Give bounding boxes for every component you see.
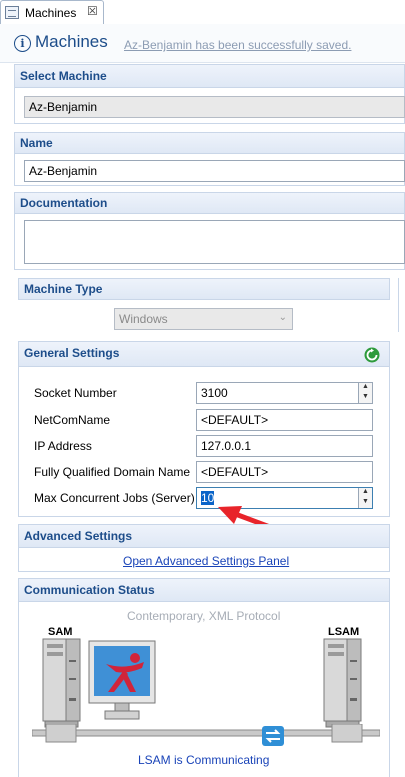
netcomname-value: <DEFAULT> [201, 413, 269, 427]
up-arrow-icon[interactable]: ▲ [359, 383, 372, 393]
down-arrow-icon[interactable]: ▼ [359, 393, 372, 403]
lsam-label: LSAM [328, 626, 360, 638]
info-icon: i [14, 35, 31, 52]
documentation-textarea[interactable] [24, 220, 405, 264]
name-field[interactable]: Az-Benjamin [24, 160, 405, 182]
documentation-section-header: Documentation [14, 192, 405, 214]
general-settings-section-header: General Settings [18, 341, 390, 367]
chevron-down-icon: ⌄ [278, 312, 287, 323]
select-machine-field[interactable]: Az-Benjamin [24, 96, 405, 118]
communication-status-section-header: Communication Status [18, 578, 390, 602]
page-title: Machines [35, 32, 108, 51]
refresh-icon[interactable] [364, 347, 380, 363]
protocol-label: Contemporary, XML Protocol [127, 609, 281, 623]
network-connection-line [32, 724, 380, 743]
ip-address-value: 127.0.0.1 [201, 439, 252, 453]
up-arrow-icon[interactable]: ▲ [359, 488, 372, 498]
socket-number-label: Socket Number [34, 386, 117, 400]
tab-machines[interactable]: Machines ☒ [0, 0, 104, 24]
ip-address-field[interactable]: 127.0.0.1 [196, 435, 373, 457]
lsam-server-icon [323, 638, 362, 728]
max-concurrent-jobs-value: 10 [201, 491, 215, 505]
max-concurrent-jobs-spinner[interactable]: ▲ ▼ [358, 488, 372, 508]
name-value: Az-Benjamin [29, 164, 98, 178]
side-panel-edge [398, 278, 405, 332]
machines-tab-icon [5, 6, 19, 19]
select-machine-section-header: Select Machine [14, 64, 405, 88]
tab-label: Machines [25, 6, 77, 20]
open-advanced-settings-link[interactable]: Open Advanced Settings Panel [123, 554, 289, 568]
communication-status-text: LSAM is Communicating [138, 753, 270, 767]
fqdn-value: <DEFAULT> [201, 465, 269, 479]
machine-type-title: Machine Type [24, 282, 103, 296]
communication-status-title: Communication Status [24, 583, 155, 597]
machine-type-value: Windows [119, 312, 168, 326]
save-status-message[interactable]: Az-Benjamin has been successfully saved. [124, 38, 351, 52]
advanced-settings-section-header: Advanced Settings [18, 524, 390, 548]
socket-number-value: 3100 [201, 386, 228, 400]
name-title: Name [20, 136, 53, 150]
machine-type-dropdown[interactable]: Windows ⌄ [114, 308, 293, 330]
documentation-title: Documentation [20, 196, 108, 210]
close-icon[interactable]: ☒ [87, 4, 98, 18]
select-machine-value: Az-Benjamin [29, 100, 98, 114]
sam-server-icon [42, 638, 81, 728]
sam-label: SAM [48, 626, 73, 638]
ip-address-label: IP Address [34, 439, 92, 453]
netcomname-label: NetComName [34, 413, 111, 427]
general-settings-title: General Settings [24, 346, 120, 360]
socket-number-stepper[interactable]: 3100 ▲ ▼ [196, 382, 373, 404]
name-section-header: Name [14, 132, 405, 154]
fqdn-field[interactable]: <DEFAULT> [196, 461, 373, 483]
monitor-logo-icon [88, 640, 156, 720]
socket-number-spinner[interactable]: ▲ ▼ [358, 383, 372, 403]
down-arrow-icon[interactable]: ▼ [359, 498, 372, 508]
machine-type-section-header: Machine Type [18, 278, 390, 300]
netcomname-field[interactable]: <DEFAULT> [196, 409, 373, 431]
select-machine-title: Select Machine [20, 69, 107, 83]
fqdn-label: Fully Qualified Domain Name [34, 465, 191, 479]
max-concurrent-jobs-label: Max Concurrent Jobs (Server) [34, 491, 195, 505]
sync-arrows-icon [262, 726, 284, 746]
advanced-settings-title: Advanced Settings [24, 529, 133, 543]
